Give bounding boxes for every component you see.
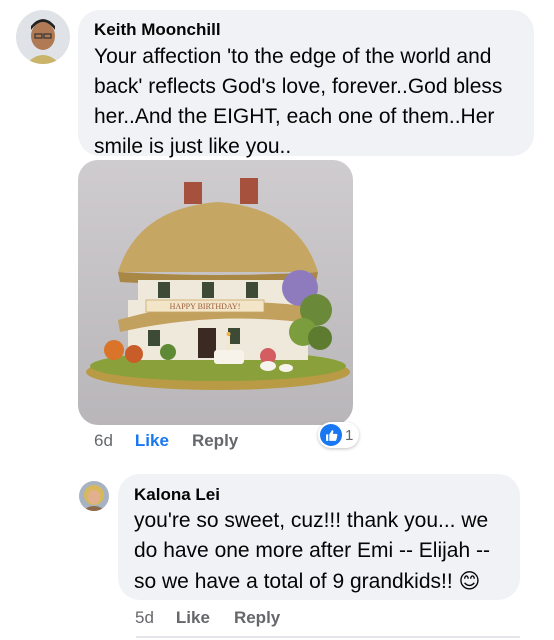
comment-timestamp[interactable]: 6d bbox=[94, 431, 113, 451]
avatar-image bbox=[79, 481, 109, 511]
avatar-kalona[interactable] bbox=[79, 481, 109, 511]
banner-text: HAPPY BIRTHDAY! bbox=[170, 302, 241, 311]
comment-actions: 6d Like Reply bbox=[94, 431, 238, 451]
comment-photo[interactable]: HAPPY BIRTHDAY! bbox=[78, 160, 353, 425]
reply-button[interactable]: Reply bbox=[192, 431, 238, 451]
divider bbox=[136, 636, 520, 638]
birthday-cottage-image: HAPPY BIRTHDAY! bbox=[78, 160, 353, 425]
reaction-count-text: 1 bbox=[345, 426, 354, 444]
reply-text: you're so sweet, cuz!!! thank you... we … bbox=[134, 506, 509, 597]
avatar-keith[interactable] bbox=[16, 10, 70, 64]
reply-reply-button[interactable]: Reply bbox=[234, 608, 280, 628]
comment-author[interactable]: Keith Moonchill bbox=[94, 20, 221, 40]
comment-text: Your affection 'to the edge of the world… bbox=[94, 45, 503, 158]
like-button[interactable]: Like bbox=[135, 431, 169, 451]
reply-text-content: you're so sweet, cuz!!! thank you... we … bbox=[134, 509, 490, 593]
comment-bubble: Keith Moonchill Your affection 'to the e… bbox=[78, 10, 534, 158]
avatar-image bbox=[16, 10, 70, 64]
like-thumbs-up-icon bbox=[320, 424, 342, 446]
reply-timestamp[interactable]: 5d bbox=[135, 608, 154, 628]
reply-like-button[interactable]: Like bbox=[176, 608, 210, 628]
smiling-face-emoji-icon: 😊 bbox=[458, 569, 481, 593]
reply-author[interactable]: Kalona Lei bbox=[134, 485, 220, 505]
reply-bubble: Kalona Lei you're so sweet, cuz!!! thank… bbox=[118, 474, 520, 600]
reply-actions: 5d Like Reply bbox=[135, 608, 280, 628]
reaction-count[interactable]: 1 bbox=[318, 422, 360, 448]
